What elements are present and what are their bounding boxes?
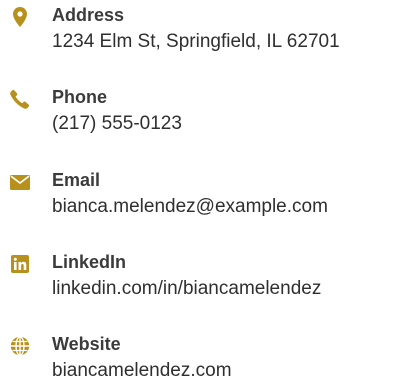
contact-value-linkedin: linkedin.com/in/biancamelendez [52, 278, 322, 299]
map-marker-icon [9, 6, 31, 28]
contact-value-phone: (217) 555-0123 [52, 113, 182, 134]
contact-item-linkedin: LinkedIn linkedin.com/in/biancamelendez [0, 247, 407, 307]
contact-label-linkedin: LinkedIn [52, 252, 127, 272]
contact-label-email: Email [52, 170, 101, 190]
contact-value-website: biancamelendez.com [52, 360, 232, 381]
contact-label-website: Website [52, 334, 121, 354]
globe-icon [9, 335, 31, 357]
phone-icon [9, 88, 31, 110]
contact-value-address: 1234 Elm St, Springfield, IL 62701 [52, 31, 340, 52]
contact-list: Address 1234 Elm St, Springfield, IL 627… [0, 0, 407, 385]
contact-item-website: Website biancamelendez.com [0, 329, 407, 389]
contact-item-phone: Phone (217) 555-0123 [0, 82, 407, 142]
linkedin-icon [9, 253, 31, 275]
contact-item-address: Address 1234 Elm St, Springfield, IL 627… [0, 0, 407, 60]
contact-item-email: Email bianca.melendez@example.com [0, 165, 407, 225]
contact-label-phone: Phone [52, 87, 108, 107]
contact-value-email: bianca.melendez@example.com [52, 196, 328, 217]
envelope-icon [9, 171, 31, 193]
contact-label-address: Address [52, 5, 125, 25]
